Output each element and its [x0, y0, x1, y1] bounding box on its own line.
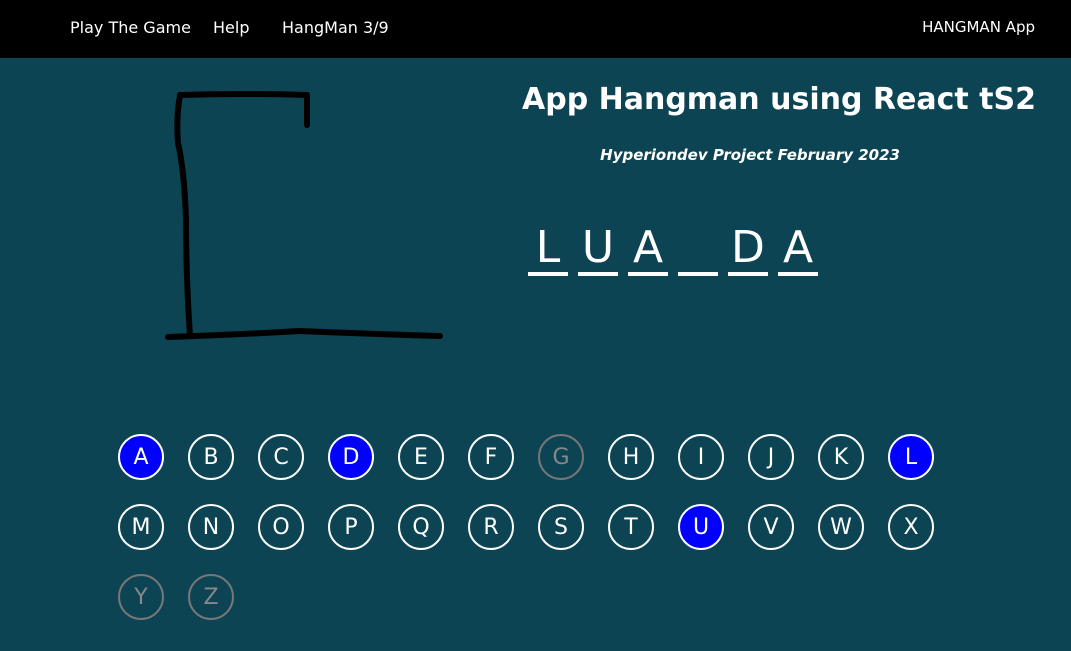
letter-key-l[interactable]: L — [888, 434, 934, 480]
nav-play-the-game[interactable]: Play The Game — [70, 18, 191, 37]
gallows-base — [165, 327, 443, 340]
gallows-beam — [177, 91, 310, 98]
letter-key-r[interactable]: R — [468, 504, 514, 550]
letter-slot: L — [528, 218, 568, 276]
letter-key-y: Y — [118, 574, 164, 620]
letter-key-f[interactable]: F — [468, 434, 514, 480]
nav-hangman-counter[interactable]: HangMan 3/9 — [282, 18, 389, 37]
letter-key-v[interactable]: V — [748, 504, 794, 550]
letter-key-q[interactable]: Q — [398, 504, 444, 550]
top-navbar: Play The Game Help HangMan 3/9 HANGMAN A… — [0, 0, 1071, 58]
letter-key-t[interactable]: T — [608, 504, 654, 550]
nav-brand[interactable]: HANGMAN App — [922, 18, 1035, 36]
letter-slot: A — [778, 218, 818, 276]
page-title: App Hangman using React tS2 — [522, 82, 1036, 117]
letter-key-w[interactable]: W — [818, 504, 864, 550]
letter-key-b[interactable]: B — [188, 434, 234, 480]
nav-help[interactable]: Help — [213, 18, 249, 37]
letter-key-c[interactable]: C — [258, 434, 304, 480]
word-display: LUADA — [528, 218, 818, 276]
letter-key-a[interactable]: A — [118, 434, 164, 480]
letter-slot: A — [628, 218, 668, 276]
letter-key-g: G — [538, 434, 584, 480]
letter-key-p[interactable]: P — [328, 504, 374, 550]
gallows-post — [174, 92, 193, 339]
letter-key-z: Z — [188, 574, 234, 620]
letter-key-k[interactable]: K — [818, 434, 864, 480]
letter-key-o[interactable]: O — [258, 504, 304, 550]
letter-key-x[interactable]: X — [888, 504, 934, 550]
page-subtitle: Hyperiondev Project February 2023 — [600, 146, 900, 164]
letter-slot: U — [578, 218, 618, 276]
letter-key-n[interactable]: N — [188, 504, 234, 550]
letter-key-j[interactable]: J — [748, 434, 794, 480]
letter-key-m[interactable]: M — [118, 504, 164, 550]
letter-key-d[interactable]: D — [328, 434, 374, 480]
letter-key-s[interactable]: S — [538, 504, 584, 550]
letter-key-u[interactable]: U — [678, 504, 724, 550]
letter-key-e[interactable]: E — [398, 434, 444, 480]
letter-slot — [678, 218, 718, 276]
letter-slot: D — [728, 218, 768, 276]
letter-key-h[interactable]: H — [608, 434, 654, 480]
letter-key-i[interactable]: I — [678, 434, 724, 480]
gallows-drawing — [165, 91, 443, 340]
